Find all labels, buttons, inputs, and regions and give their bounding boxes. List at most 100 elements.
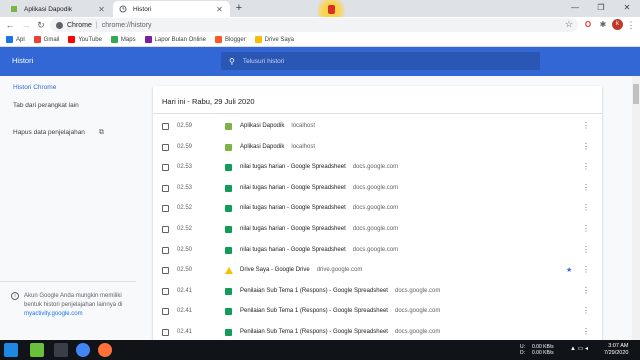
history-entry-row[interactable]: 02.59 Aplikasi Dapodik localhost ⋮ (153, 138, 602, 158)
more-actions-icon[interactable]: ⋮ (582, 203, 590, 212)
history-entry-row[interactable]: 02.53 nilai tugas harian - Google Spreads… (153, 158, 602, 178)
entry-checkbox[interactable] (162, 123, 169, 130)
history-entry-row[interactable]: 02.41 Penilaian Sub Tema 1 (Respons) - Go… (153, 302, 602, 322)
more-actions-icon[interactable]: ⋮ (582, 162, 590, 171)
more-actions-icon[interactable]: ⋮ (582, 224, 590, 233)
forward-button[interactable]: → (20, 19, 32, 31)
more-actions-icon[interactable]: ⋮ (582, 327, 590, 336)
profile-avatar[interactable]: k (612, 19, 623, 30)
back-button[interactable]: ← (4, 19, 16, 31)
entry-link[interactable]: nilai tugas harian - Google Spreadsheet d… (240, 185, 398, 191)
tab-histori[interactable]: Histori ✕ (113, 1, 230, 17)
sidebar-item-tab-perangkat-lain[interactable]: Tab dari perangkat lain (13, 102, 79, 109)
file-explorer-icon[interactable] (54, 343, 68, 357)
entry-checkbox[interactable] (162, 329, 169, 336)
chrome-taskbar-icon[interactable] (76, 343, 90, 357)
history-search-input[interactable]: ⚲ Telusuri histori (221, 52, 540, 70)
drive-icon (225, 267, 233, 275)
entry-checkbox[interactable] (162, 287, 169, 295)
entry-checkbox[interactable] (162, 246, 169, 254)
youtube-icon (68, 36, 76, 43)
tray-icons[interactable]: ▲ ▭ ◂ (570, 346, 588, 352)
entry-checkbox[interactable] (162, 143, 169, 151)
more-actions-icon[interactable]: ⋮ (582, 245, 590, 254)
bookmark-lapor-bulan[interactable]: Lapor Bulan Online (144, 36, 206, 43)
sidebar-item-hapus-data[interactable]: Hapus data penjelajahan ⧉ (13, 129, 104, 137)
more-actions-icon[interactable]: ⋮ (582, 121, 590, 130)
entry-link[interactable]: Penilaian Sub Tema 1 (Respons) - Google … (240, 308, 440, 314)
history-entry-row[interactable]: 02.41 Penilaian Sub Tema 1 (Respons) - Go… (153, 282, 602, 302)
entry-title: Aplikasi Dapodik (240, 123, 285, 129)
bookmark-star-icon[interactable]: ☆ (565, 19, 573, 30)
entry-checkbox[interactable] (162, 184, 169, 192)
history-entry-row[interactable]: 02.50 Drive Saya - Google Drive drive.goog… (153, 261, 602, 281)
entry-checkbox[interactable] (162, 267, 169, 275)
blogger-icon (214, 36, 222, 43)
history-entry-row[interactable]: 02.53 nilai tugas harian - Google Spreads… (153, 179, 602, 199)
entry-checkbox[interactable] (162, 164, 169, 172)
myactivity-link[interactable]: myactivity.google.com (24, 311, 83, 317)
history-entry-row[interactable]: 02.52 nilai tugas harian - Google Spreads… (153, 199, 602, 219)
entry-link[interactable]: Aplikasi Dapodik localhost (240, 144, 315, 150)
entry-link[interactable]: Drive Saya - Google Drive drive.google.co… (240, 267, 362, 273)
scrollbar-thumb[interactable] (633, 84, 639, 104)
history-entry-row[interactable]: 02.59 Aplikasi Dapodik localhost ⋮ (153, 117, 602, 137)
browser-menu-icon[interactable]: ⋮ (626, 19, 636, 31)
history-entry-row[interactable]: 02.50 nilai tugas harian - Google Spreads… (153, 241, 602, 261)
camtasia-icon[interactable] (30, 343, 44, 357)
entry-link[interactable]: nilai tugas harian - Google Spreadsheet d… (240, 205, 398, 211)
close-window-button[interactable]: ✕ (614, 0, 640, 16)
bookmark-youtube[interactable]: YouTube (68, 36, 102, 43)
reload-button[interactable]: ↻ (35, 19, 47, 31)
entry-checkbox[interactable] (162, 226, 169, 233)
minimize-button[interactable]: — (562, 0, 588, 16)
bookmark-drive-saya[interactable]: Drive Saya (254, 36, 294, 43)
chrome-icon (56, 21, 63, 29)
spreadsheet-icon (225, 164, 232, 172)
entry-link[interactable]: nilai tugas harian - Google Spreadsheet d… (240, 226, 398, 232)
extensions-puzzle-icon[interactable]: ✱ (597, 19, 609, 31)
entry-checkbox[interactable] (162, 308, 169, 316)
close-icon[interactable]: ✕ (97, 5, 106, 14)
new-tab-button[interactable]: + (233, 2, 245, 14)
opera-extension-icon[interactable]: O (582, 19, 594, 31)
omnibox-label: Chrome (67, 21, 92, 29)
more-actions-icon[interactable]: ⋮ (582, 265, 590, 274)
card-divider (153, 113, 602, 114)
page-scrollbar[interactable] (632, 76, 640, 340)
sidebar-item-histori-chrome[interactable]: Histori Chrome (13, 84, 56, 91)
history-entry-row[interactable]: 02.52 nilai tugas harian - Google Spreads… (153, 220, 602, 240)
entry-time: 02.53 (177, 164, 193, 171)
bookmark-blogger[interactable]: Blogger (214, 36, 246, 43)
bookmark-maps[interactable]: Maps (110, 36, 136, 43)
tab-aplikasi-dapodik[interactable]: Aplikasi Dapodik ✕ (4, 1, 112, 17)
entry-title: nilai tugas harian - Google Spreadsheet (240, 226, 346, 232)
more-actions-icon[interactable]: ⋮ (582, 306, 590, 315)
entry-time: 02.41 (177, 308, 193, 315)
bookmark-apl[interactable]: Apl (6, 36, 25, 43)
entry-link[interactable]: Penilaian Sub Tema 1 (Respons) - Google … (240, 329, 440, 335)
more-actions-icon[interactable]: ⋮ (582, 183, 590, 192)
entry-link[interactable]: nilai tugas harian - Google Spreadsheet d… (240, 164, 398, 170)
firefox-icon[interactable] (98, 343, 112, 357)
address-bar[interactable]: Chrome | chrome://history ☆ (50, 18, 578, 32)
search-icon: ⚲ (229, 56, 235, 66)
info-icon: i (11, 292, 19, 300)
network-speed: 0.00 KB/s 0.00 KB/s (532, 344, 554, 356)
more-actions-icon[interactable]: ⋮ (582, 286, 590, 295)
maps-icon (110, 36, 118, 43)
maximize-button[interactable]: ❐ (588, 0, 614, 16)
dapodik-favicon-icon (10, 5, 18, 13)
windows-start-icon[interactable] (4, 343, 18, 357)
entry-checkbox[interactable] (162, 205, 169, 213)
entry-link[interactable]: Aplikasi Dapodik localhost (240, 123, 315, 129)
taskbar-clock[interactable]: 3:07 AM 7/29/2020 (604, 343, 628, 357)
close-icon[interactable]: ✕ (215, 5, 224, 14)
entry-link[interactable]: Penilaian Sub Tema 1 (Respons) - Google … (240, 288, 440, 294)
spreadsheet-icon (225, 226, 232, 233)
omnibox-separator: | (95, 21, 98, 29)
entry-link[interactable]: nilai tugas harian - Google Spreadsheet d… (240, 247, 398, 253)
bookmark-gmail[interactable]: Gmail (33, 36, 59, 43)
more-actions-icon[interactable]: ⋮ (582, 142, 590, 151)
entry-title: Aplikasi Dapodik (240, 143, 285, 150)
